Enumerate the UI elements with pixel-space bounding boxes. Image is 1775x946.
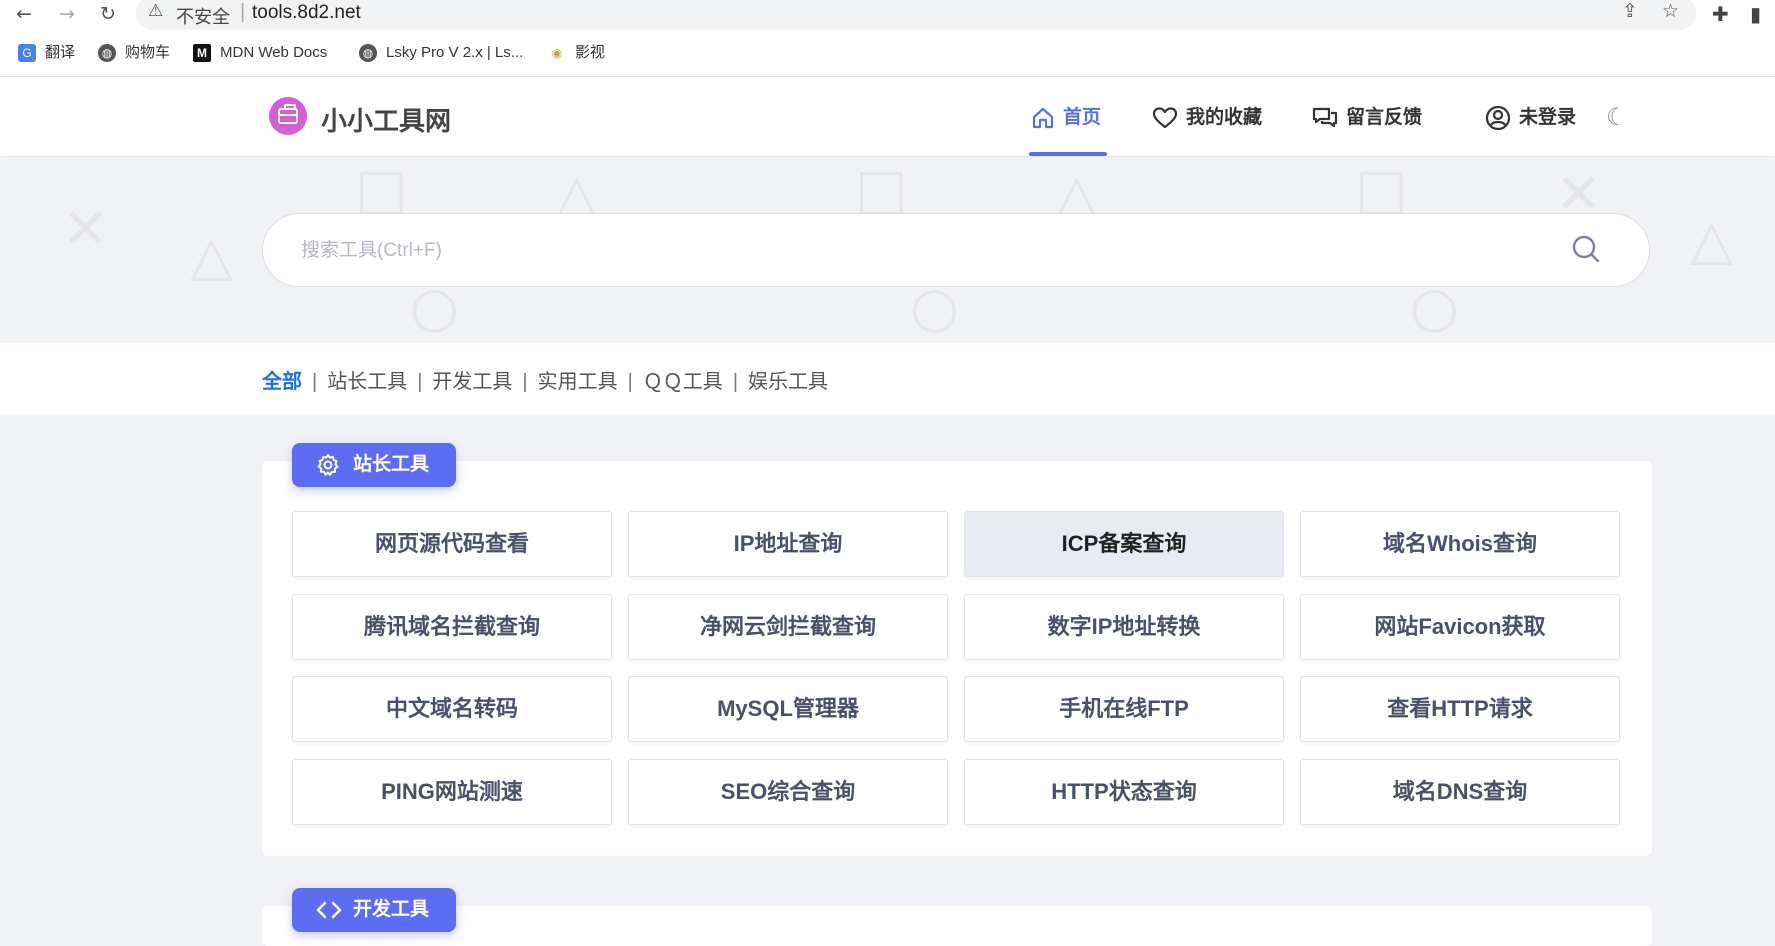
search-input[interactable] <box>299 230 1503 272</box>
section-webmaster-tools: 网页源代码查看 IP地址查询 ICP备案查询 域名Whois查询 腾讯域名拦截查… <box>262 461 1652 856</box>
category-filter-bar: 全部 | 站长工具 | 开发工具 | 实用工具 | ＱＱ工具 | 娱乐工具 <box>0 343 1775 415</box>
category-separator: | <box>522 371 528 393</box>
security-label: 不安全 <box>176 7 230 27</box>
chat-icon <box>1312 107 1338 128</box>
tool-card[interactable]: 域名DNS查询 <box>1300 759 1620 825</box>
browser-menu-icon[interactable]: ▮ <box>1750 2 1761 26</box>
search-hero: ✕ △ □ ○ △ □ ○ △ □ ○ ✕ △ <box>0 157 1775 343</box>
category-list: 全部 | 站长工具 | 开发工具 | 实用工具 | ＱＱ工具 | 娱乐工具 <box>262 365 828 394</box>
nav-label: 首页 <box>1063 107 1102 128</box>
category-separator: | <box>312 371 318 393</box>
section-title-text: 站长工具 <box>353 454 430 475</box>
cross-decoration-icon: ✕ <box>62 197 109 262</box>
category-webmaster[interactable]: 站长工具 <box>327 371 407 393</box>
nav-label: 未登录 <box>1519 107 1577 128</box>
browser-chrome: ← → ↻ ⚠ 不安全 | tools.8d2.net ⇪ ☆ ✚ ▮ G 翻译 … <box>0 0 1775 77</box>
tool-card[interactable]: 网页源代码查看 <box>292 511 612 577</box>
bookmark-label: 购物车 <box>125 44 171 61</box>
toolbox-logo-icon[interactable] <box>269 97 307 135</box>
globe-icon: ◍ <box>98 44 116 63</box>
tool-card[interactable]: SEO综合查询 <box>628 759 948 825</box>
tool-card[interactable]: IP地址查询 <box>628 511 948 577</box>
user-icon <box>1485 105 1511 131</box>
translate-icon: G <box>18 44 36 63</box>
back-arrow-icon[interactable]: ← <box>12 2 36 26</box>
search-box <box>262 213 1650 287</box>
address-separator: | <box>240 1 246 23</box>
section-title-text: 开发工具 <box>353 899 430 920</box>
site-header: 小小工具网 首页 我的收藏 留言反馈 未登录 ☾ <box>0 77 1775 156</box>
tool-card[interactable]: 域名Whois查询 <box>1300 511 1620 577</box>
extensions-puzzle-icon[interactable]: ✚ <box>1712 2 1729 26</box>
category-all[interactable]: 全部 <box>262 371 302 393</box>
category-dev[interactable]: 开发工具 <box>432 371 512 393</box>
tool-card[interactable]: 查看HTTP请求 <box>1300 676 1620 742</box>
mdn-logo-icon: M <box>193 44 211 63</box>
bookmark-shopping[interactable]: ◍ 购物车 <box>98 42 170 64</box>
address-bar[interactable]: ⚠ 不安全 | tools.8d2.net ⇪ ☆ <box>136 0 1696 30</box>
bookmark-translate[interactable]: G 翻译 <box>18 42 75 64</box>
section-dev-tools <box>262 906 1652 946</box>
share-icon[interactable]: ⇪ <box>1622 0 1638 22</box>
bookmark-star-icon[interactable]: ☆ <box>1662 0 1679 22</box>
nav-active-indicator <box>1029 152 1107 156</box>
nav-label: 我的收藏 <box>1186 107 1263 128</box>
bookmark-video[interactable]: ◉ 影视 <box>548 42 605 64</box>
tool-card[interactable]: 净网云剑拦截查询 <box>628 594 948 660</box>
section-title-dev: 开发工具 <box>292 888 456 932</box>
category-utility[interactable]: 实用工具 <box>538 371 618 393</box>
nav-login[interactable]: 未登录 <box>1485 104 1576 132</box>
video-icon: ◉ <box>551 46 563 61</box>
bookmark-label: 翻译 <box>45 44 76 61</box>
nav-label: 留言反馈 <box>1346 107 1423 128</box>
triangle-decoration-icon: △ <box>1690 207 1734 272</box>
gear-icon <box>317 454 339 476</box>
tool-card[interactable]: PING网站测速 <box>292 759 612 825</box>
bookmark-label: Lsky Pro V 2.x | Ls... <box>386 44 524 61</box>
category-separator: | <box>627 371 633 393</box>
bookmark-label: 影视 <box>575 44 606 61</box>
tool-card[interactable]: 手机在线FTP <box>964 676 1284 742</box>
section-title-webmaster: 站长工具 <box>292 443 456 487</box>
bookmark-lsky[interactable]: ◍ Lsky Pro V 2.x | Ls... <box>359 42 523 64</box>
forward-arrow-icon[interactable]: → <box>55 2 79 26</box>
home-icon <box>1032 107 1054 129</box>
warning-icon[interactable]: ⚠ <box>148 1 163 21</box>
tool-card[interactable]: 腾讯域名拦截查询 <box>292 594 612 660</box>
url-text[interactable]: tools.8d2.net <box>252 2 361 24</box>
moon-icon[interactable]: ☾ <box>1606 103 1628 131</box>
heart-icon <box>1152 107 1178 129</box>
globe-icon: ◍ <box>359 44 377 63</box>
nav-feedback[interactable]: 留言反馈 <box>1312 104 1422 132</box>
bookmark-label: MDN Web Docs <box>220 44 328 61</box>
code-icon <box>316 901 342 919</box>
tool-card[interactable]: ICP备案查询 <box>964 511 1284 577</box>
search-icon[interactable] <box>1571 234 1601 264</box>
tool-card[interactable]: 中文域名转码 <box>292 676 612 742</box>
site-logo-text[interactable]: 小小工具网 <box>321 101 451 138</box>
tool-card[interactable]: 数字IP地址转换 <box>964 594 1284 660</box>
category-qq[interactable]: ＱＱ工具 <box>643 371 723 393</box>
address-row: ← → ↻ ⚠ 不安全 | tools.8d2.net ⇪ ☆ ✚ ▮ <box>0 0 1775 30</box>
bookmarks-bar: G 翻译 ◍ 购物车 M MDN Web Docs ◍ Lsky Pro V 2.x |… <box>0 40 1775 68</box>
triangle-decoration-icon: △ <box>190 223 234 288</box>
nav-favorites[interactable]: 我的收藏 <box>1152 104 1262 132</box>
tool-card[interactable]: HTTP状态查询 <box>964 759 1284 825</box>
nav-home[interactable]: 首页 <box>1031 104 1101 132</box>
bookmark-mdn[interactable]: M MDN Web Docs <box>193 42 327 64</box>
tool-card[interactable]: 网站Favicon获取 <box>1300 594 1620 660</box>
category-separator: | <box>732 371 739 393</box>
category-entertainment[interactable]: 娱乐工具 <box>748 371 828 393</box>
reload-icon[interactable]: ↻ <box>96 2 120 26</box>
tool-card[interactable]: MySQL管理器 <box>628 676 948 742</box>
category-separator: | <box>417 371 423 393</box>
